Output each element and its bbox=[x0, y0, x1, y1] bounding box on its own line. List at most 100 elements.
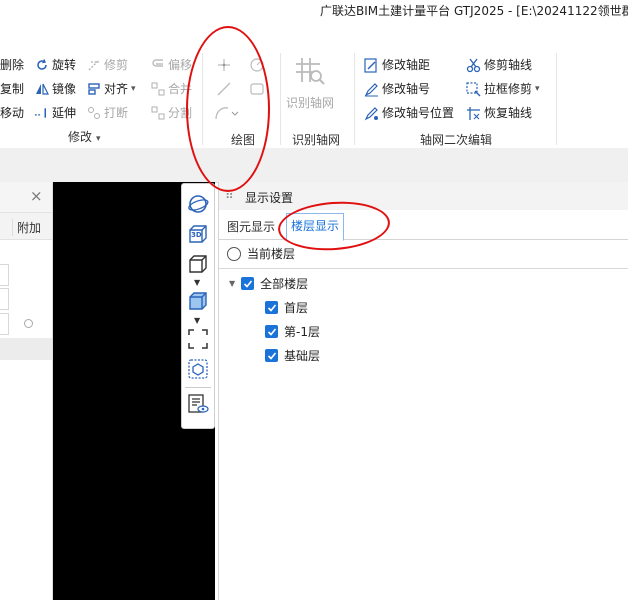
table-row-input[interactable] bbox=[0, 313, 9, 335]
tree-item-label: 基础层 bbox=[284, 349, 321, 363]
box-trim-button[interactable]: 拉框修剪 ▾ bbox=[466, 80, 540, 98]
trim-axis-button[interactable]: 修剪轴线 bbox=[466, 56, 532, 74]
checkbox-checked[interactable] bbox=[265, 301, 278, 314]
restore-axis-button[interactable]: 恢复轴线 bbox=[466, 104, 532, 122]
tab-element-display[interactable]: 图元显示 bbox=[223, 215, 279, 239]
tab-bar-border bbox=[219, 239, 628, 240]
display-settings-header: ⠿ 显示设置 bbox=[219, 182, 628, 210]
move-label: 移动 bbox=[0, 106, 25, 120]
rotate-button[interactable]: 旋转 bbox=[34, 56, 76, 74]
radio-button[interactable] bbox=[227, 246, 241, 261]
align-icon bbox=[86, 82, 101, 97]
merge-label: 合并 bbox=[168, 82, 193, 96]
rotate-label: 旋转 bbox=[52, 58, 77, 72]
view-toolbar: 3D ▼ ▼ bbox=[181, 183, 215, 429]
ribbon: 删除 复制 移动 旋转 镜像 延伸 修剪 对齐 ▾ 打断 偏移 合并 分割 修改… bbox=[0, 26, 628, 149]
extend-icon bbox=[34, 106, 49, 121]
dashed-cube-icon bbox=[187, 358, 209, 383]
table-row-input[interactable] bbox=[0, 264, 9, 286]
identify-axis-button[interactable]: 识别轴网 bbox=[286, 54, 336, 118]
line-icon[interactable] bbox=[216, 81, 232, 100]
break-button[interactable]: 打断 bbox=[86, 104, 128, 122]
window-title: 广联达BIM土建计量平台 GTJ2025 - [E:\20241122领世郡 bbox=[320, 4, 628, 18]
table-row bbox=[0, 338, 52, 360]
draw-group-label: 绘图 bbox=[231, 133, 256, 147]
edit-axis-number-position-button[interactable]: 修改轴号位置 bbox=[364, 104, 454, 122]
checkbox-checked[interactable] bbox=[241, 277, 255, 290]
edit-spacing-icon bbox=[364, 57, 379, 73]
copy-button[interactable]: 复制 bbox=[0, 80, 24, 98]
edit-number-position-icon bbox=[364, 106, 379, 121]
toolbar-strip bbox=[0, 148, 628, 183]
display-settings-button[interactable] bbox=[186, 393, 210, 417]
fullscreen-icon bbox=[187, 328, 209, 353]
offset-button[interactable]: 偏移 bbox=[150, 56, 192, 74]
restore-axis-label: 恢复轴线 bbox=[484, 106, 533, 120]
checkbox-checked[interactable] bbox=[265, 325, 278, 338]
extend-button[interactable]: 延伸 bbox=[34, 104, 76, 122]
tree-expand-icon[interactable]: ▼ bbox=[229, 279, 235, 288]
display-settings-panel: ⠿ 显示设置 图元显示 楼层显示 当前楼层 ▼ 全部楼层 首层 第-1层 基础层 bbox=[218, 182, 628, 600]
trim-label: 修剪 bbox=[104, 58, 129, 72]
list-eye-icon bbox=[187, 393, 209, 418]
orbit-icon bbox=[187, 193, 209, 218]
arc-icon[interactable] bbox=[214, 105, 240, 124]
dynamic-observe-button[interactable] bbox=[186, 193, 210, 217]
align-dropdown-icon: ▾ bbox=[131, 84, 136, 94]
rectangle-icon[interactable] bbox=[249, 81, 265, 100]
split-label: 分割 bbox=[168, 106, 193, 120]
table-row-input[interactable] bbox=[0, 288, 9, 310]
separator bbox=[280, 53, 281, 145]
merge-icon bbox=[150, 82, 165, 97]
checkbox-checked[interactable] bbox=[265, 349, 278, 362]
edit-number-position-label: 修改轴号位置 bbox=[382, 106, 455, 120]
fit-view-button[interactable] bbox=[186, 328, 210, 352]
properties-table-header: 附加 bbox=[0, 213, 52, 240]
circle-draw-icon[interactable] bbox=[249, 57, 265, 76]
view-cube-button[interactable] bbox=[186, 253, 210, 277]
view-3d-button[interactable]: 3D bbox=[186, 223, 210, 247]
align-button[interactable]: 对齐 ▾ bbox=[86, 80, 136, 98]
delete-button[interactable]: 删除 bbox=[0, 56, 24, 74]
mirror-button[interactable]: 镜像 bbox=[34, 80, 76, 98]
title-bar: 广联达BIM土建计量平台 GTJ2025 - [E:\20241122领世郡 bbox=[0, 0, 628, 26]
current-floor-option[interactable]: 当前楼层 bbox=[227, 245, 295, 262]
tree-root-label: 全部楼层 bbox=[260, 277, 309, 291]
merge-button[interactable]: 合并 bbox=[150, 80, 192, 98]
separator bbox=[556, 53, 557, 145]
select-box-button[interactable] bbox=[186, 358, 210, 382]
copy-label: 复制 bbox=[0, 82, 25, 96]
break-label: 打断 bbox=[104, 106, 129, 120]
edit-axis-number-button[interactable]: 修改轴号 bbox=[364, 80, 430, 98]
display-settings-title: 显示设置 bbox=[245, 191, 294, 205]
tree-item-floor[interactable]: 第-1层 bbox=[265, 323, 320, 340]
tree-item-floor[interactable]: 首层 bbox=[265, 299, 308, 316]
box-trim-dropdown-icon: ▾ bbox=[535, 84, 540, 94]
chevron-down-icon[interactable]: ▼ bbox=[194, 278, 200, 287]
axis-edit-group-label: 轴网二次编辑 bbox=[420, 133, 493, 147]
extend-label: 延伸 bbox=[52, 106, 77, 120]
offset-label: 偏移 bbox=[168, 58, 193, 72]
trim-icon bbox=[86, 58, 101, 73]
trim-button[interactable]: 修剪 bbox=[86, 56, 128, 74]
move-button[interactable]: 移动 bbox=[0, 104, 24, 122]
checkbox-circle[interactable] bbox=[24, 319, 33, 328]
tab-floor-display[interactable]: 楼层显示 bbox=[286, 213, 345, 241]
axis-grid-icon bbox=[294, 56, 326, 89]
chevron-down-icon[interactable]: ▼ bbox=[194, 316, 200, 325]
drag-handle-icon[interactable]: ⠿ bbox=[225, 188, 234, 202]
edit-number-label: 修改轴号 bbox=[382, 82, 431, 96]
split-button[interactable]: 分割 bbox=[150, 104, 192, 122]
edit-number-icon bbox=[364, 82, 379, 97]
current-floor-label: 当前楼层 bbox=[247, 247, 296, 261]
point-icon[interactable] bbox=[216, 57, 232, 76]
edit-axis-spacing-button[interactable]: 修改轴距 bbox=[364, 56, 430, 74]
tree-item-label: 第-1层 bbox=[284, 325, 320, 339]
identify-axis-button-label: 识别轴网 bbox=[286, 96, 335, 110]
delete-label: 删除 bbox=[0, 58, 25, 72]
tree-root-all-floors[interactable]: ▼ 全部楼层 bbox=[229, 275, 308, 292]
trim-axis-label: 修剪轴线 bbox=[484, 58, 533, 72]
view-solid-button[interactable] bbox=[186, 290, 210, 314]
tree-item-floor[interactable]: 基础层 bbox=[265, 347, 320, 364]
close-icon[interactable]: × bbox=[30, 187, 43, 205]
